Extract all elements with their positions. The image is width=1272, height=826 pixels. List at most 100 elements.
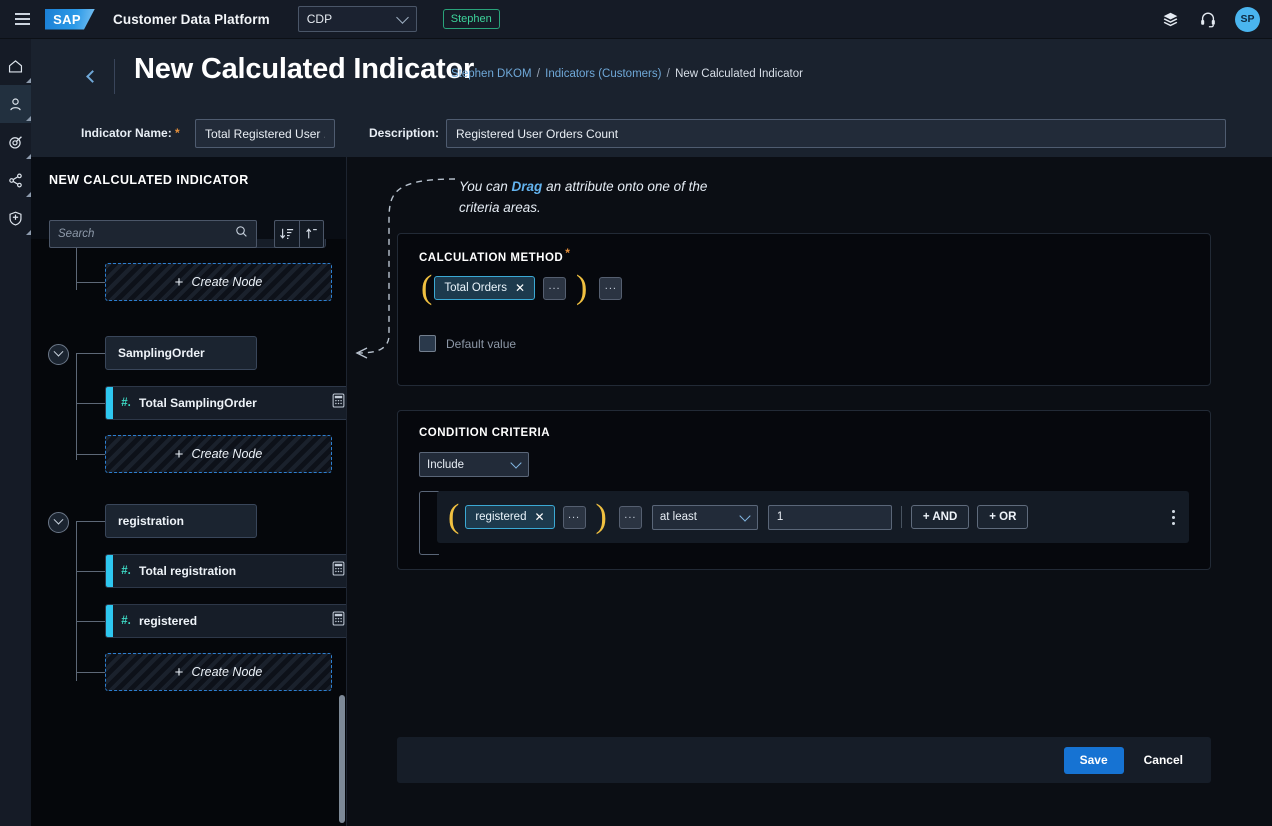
calculation-method-title-text: CALCULATION METHOD: [419, 252, 564, 264]
condition-operator-value: at least: [659, 511, 697, 523]
topbar-actions: SP: [1159, 6, 1272, 32]
create-node-button-1[interactable]: Create Node + Create Node: [105, 263, 332, 301]
rail-item-integrations[interactable]: [0, 161, 31, 199]
condition-inner-more-button[interactable]: ...: [562, 505, 586, 529]
rail-item-audiences[interactable]: [0, 123, 31, 161]
create-node-button-3[interactable]: + Create Node: [105, 653, 332, 691]
breadcrumb-parent[interactable]: Indicators (Customers): [545, 68, 661, 80]
tree-group-samplingorder[interactable]: SamplingOrder: [105, 336, 257, 370]
page-title: New Calculated Indicator: [134, 53, 475, 85]
user-tag-label: Stephen: [450, 13, 492, 25]
tree-row-group-registration: registration: [31, 498, 346, 681]
add-or-button[interactable]: + OR: [977, 505, 1029, 529]
sidebar-scrollbar[interactable]: [339, 695, 345, 823]
required-marker: *: [175, 126, 180, 140]
layers-icon[interactable]: [1159, 8, 1181, 30]
calculation-method-panel: CALCULATION METHOD * ( Total Orders ✕ ...…: [397, 233, 1211, 386]
more-label: ...: [604, 279, 617, 292]
breadcrumb-separator-2: /: [666, 68, 670, 80]
save-button[interactable]: Save: [1063, 746, 1124, 774]
close-icon[interactable]: ✕: [534, 511, 544, 523]
cancel-button[interactable]: Cancel: [1132, 747, 1195, 774]
default-value-checkbox[interactable]: [419, 335, 436, 352]
search-input[interactable]: [58, 228, 235, 240]
breadcrumb-root[interactable]: Stephen DKOM: [451, 68, 532, 80]
condition-amount-input[interactable]: [767, 504, 892, 530]
condition-mode-select[interactable]: Include: [419, 452, 529, 477]
rail-item-privacy[interactable]: [0, 199, 31, 237]
description-label: Description:: [369, 126, 440, 140]
chevron-down-icon: [395, 11, 409, 24]
back-button[interactable]: [81, 65, 103, 87]
condition-outer-more-button[interactable]: ...: [618, 505, 642, 529]
calculator-icon[interactable]: [332, 561, 345, 581]
create-node-button-2[interactable]: + Create Node: [105, 435, 332, 473]
add-and-button[interactable]: + AND: [910, 505, 970, 529]
tree-connector: [76, 571, 105, 572]
kebab-menu-icon[interactable]: [1172, 509, 1175, 525]
tree-connector: [76, 353, 105, 354]
group-label: SamplingOrder: [118, 346, 205, 360]
leaf-label: registered: [139, 614, 198, 628]
create-node-label: Create Node: [191, 275, 263, 289]
chip-label: Total Orders: [444, 282, 507, 294]
tree-row-registered: #. registered: [31, 598, 346, 648]
list-item[interactable]: #. Total registration: [105, 554, 346, 588]
search-icon[interactable]: [235, 225, 248, 243]
hint-bold: Drag: [511, 179, 543, 194]
tree-connector: [76, 672, 105, 673]
chevron-down-icon: [53, 346, 64, 357]
plus-glyph: +: [174, 445, 184, 463]
tree-connector: [76, 282, 105, 283]
plus-glyph: +: [174, 273, 184, 291]
required-marker: *: [565, 246, 571, 260]
calculator-icon[interactable]: [332, 611, 345, 631]
plus-glyph: +: [174, 663, 184, 681]
sort-descending-icon[interactable]: [275, 221, 299, 247]
rail-item-home[interactable]: [0, 47, 31, 85]
avatar[interactable]: SP: [1235, 6, 1260, 32]
close-icon[interactable]: ✕: [515, 282, 525, 294]
indicator-tree: Create Node + Create Node SamplingOrder: [31, 214, 346, 826]
user-tag[interactable]: Stephen: [442, 9, 500, 29]
condition-operator-select[interactable]: at least: [651, 504, 758, 530]
headset-icon[interactable]: [1197, 8, 1219, 30]
rail-item-customers[interactable]: [0, 85, 31, 123]
create-node-label: Create Node: [191, 447, 263, 461]
sap-logo[interactable]: SAP: [45, 8, 95, 30]
nav-rail: [0, 39, 31, 826]
tenant-selector[interactable]: CDP: [297, 6, 417, 32]
leaf-accent-bar: [106, 387, 113, 419]
chevron-left-icon: [85, 69, 99, 83]
app-title: Customer Data Platform: [113, 11, 270, 27]
group-toggle-samplingorder[interactable]: [48, 344, 69, 365]
header-divider: [114, 59, 115, 94]
tree-row-total-samplingorder: #. Total SamplingOrder: [31, 380, 346, 430]
calculation-expression: ( Total Orders ✕ ... ) ...: [419, 271, 623, 305]
main-canvas: You can Drag an attribute onto one of th…: [347, 157, 1272, 826]
group-toggle-registration[interactable]: [48, 512, 69, 533]
tree-group-registration[interactable]: registration: [105, 504, 257, 538]
list-item[interactable]: #. Total SamplingOrder: [105, 386, 346, 420]
default-value-checkbox-row[interactable]: Default value: [419, 335, 516, 352]
list-item[interactable]: #. registered: [105, 604, 346, 638]
chevron-down-icon: [53, 514, 64, 525]
tree-connector: [76, 521, 105, 522]
chevron-down-icon: [739, 509, 751, 522]
attribute-chip-total-orders[interactable]: Total Orders ✕: [434, 276, 536, 300]
calculation-outer-more-button[interactable]: ...: [599, 276, 623, 300]
collapse-all-icon[interactable]: [298, 221, 324, 247]
tree-row-create-1: Create Node + Create Node: [31, 258, 346, 308]
search-box[interactable]: [49, 220, 257, 248]
group-label: registration: [118, 514, 185, 528]
leaf-label: Total registration: [139, 564, 237, 578]
hamburger-icon[interactable]: [5, 13, 39, 25]
indicator-name-input[interactable]: [195, 119, 335, 148]
form-footer: Save Cancel: [397, 737, 1211, 783]
attribute-chip-registered[interactable]: registered ✕: [465, 505, 555, 529]
condition-row: ( registered ✕ ... ) ... at least + AND: [437, 491, 1189, 543]
calculation-inner-more-button[interactable]: ...: [543, 276, 567, 300]
calculator-icon[interactable]: [332, 393, 345, 413]
description-input[interactable]: [446, 119, 1226, 148]
create-node-label: Create Node: [191, 665, 263, 679]
